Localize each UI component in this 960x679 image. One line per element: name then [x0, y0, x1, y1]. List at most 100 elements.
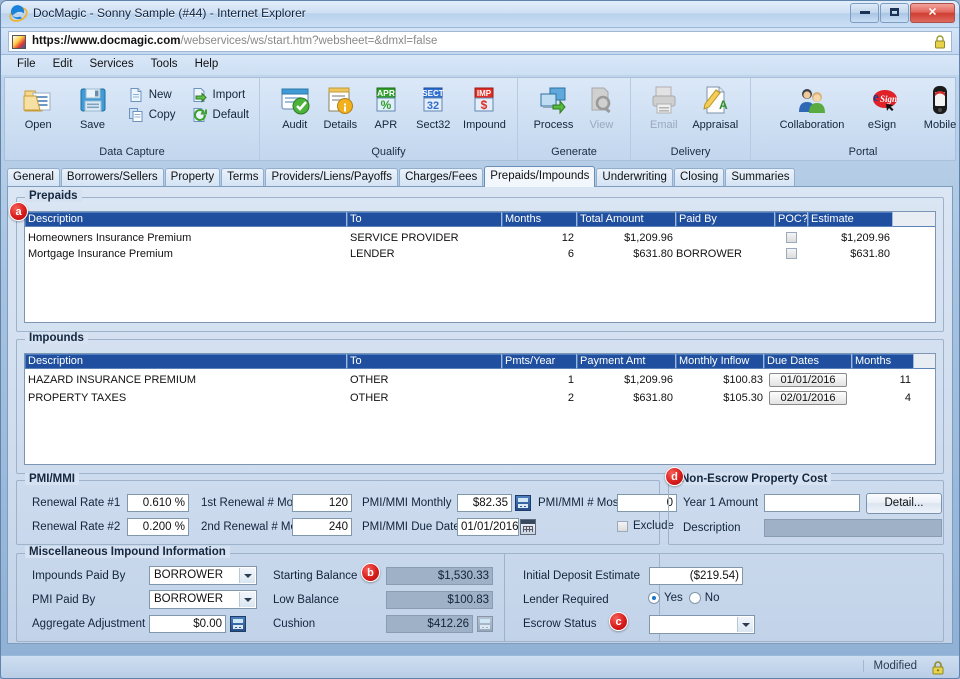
- impounds-col-due-dates[interactable]: Due Dates: [764, 354, 852, 369]
- pmi-due-date-input[interactable]: 01/01/2016: [457, 518, 519, 536]
- tab-prepaids-impounds[interactable]: Prepaids/Impounds: [484, 166, 595, 187]
- poc-checkbox[interactable]: [786, 232, 797, 243]
- tab-summaries[interactable]: Summaries: [725, 168, 795, 187]
- impounds-paid-by-value: BORROWER: [154, 569, 223, 581]
- marker-badge-c: c: [609, 612, 628, 631]
- impounds-cell-due-dates[interactable]: 01/01/2016: [764, 373, 852, 391]
- prepaids-cell-poc[interactable]: [775, 247, 808, 263]
- tab-charges-fees[interactable]: Charges/Fees: [399, 168, 483, 187]
- impounds-paid-by-select[interactable]: BORROWER: [149, 566, 257, 585]
- new-button[interactable]: New: [124, 85, 180, 105]
- chevron-down-icon[interactable]: [239, 592, 255, 607]
- appraisal-button[interactable]: A Appraisal: [687, 82, 744, 131]
- prepaids-col-to[interactable]: To: [347, 212, 502, 227]
- poc-checkbox[interactable]: [786, 248, 797, 259]
- impounds-cell-due-dates[interactable]: 02/01/2016: [764, 391, 852, 409]
- prepaids-grid[interactable]: Description To Months Total Amount Paid …: [24, 211, 936, 323]
- menu-services[interactable]: Services: [82, 55, 140, 72]
- low-balance-value: $100.83: [386, 591, 493, 609]
- impounds-col-monthly-inflow[interactable]: Monthly Inflow: [676, 354, 764, 369]
- prepaids-cell-to: LENDER: [347, 247, 502, 263]
- sect32-button[interactable]: SECT 32 Sect32: [409, 82, 458, 131]
- table-row[interactable]: HAZARD INSURANCE PREMIUM OTHER 1 $1,209.…: [25, 373, 935, 391]
- internet-explorer-icon: [9, 5, 28, 24]
- cushion-calculator-icon[interactable]: [477, 616, 493, 632]
- renewal-rate-1-input[interactable]: 0.610 %: [127, 494, 189, 512]
- impounds-col-to[interactable]: To: [347, 354, 502, 369]
- aggregate-adjustment-input[interactable]: $0.00: [149, 615, 226, 633]
- lender-required-radio-group[interactable]: Yes No: [648, 592, 725, 604]
- starting-balance-value: $1,530.33: [386, 567, 493, 585]
- collaboration-button[interactable]: Collaboration: [771, 82, 853, 131]
- copy-button[interactable]: Copy: [124, 105, 180, 125]
- tab-terms[interactable]: Terms: [221, 168, 264, 187]
- exclude-checkbox[interactable]: [617, 521, 628, 532]
- menu-file[interactable]: File: [10, 55, 43, 72]
- due-date-button[interactable]: 01/01/2016: [769, 373, 847, 387]
- minimize-button[interactable]: [850, 3, 879, 23]
- calendar-icon[interactable]: [520, 519, 536, 535]
- impounds-col-pmts-year[interactable]: Pmts/Year: [502, 354, 577, 369]
- due-date-button[interactable]: 02/01/2016: [769, 391, 847, 405]
- lender-required-yes-radio[interactable]: [648, 592, 660, 604]
- pmi-monthly-input[interactable]: $82.35: [457, 494, 512, 512]
- details-button[interactable]: Details: [318, 82, 364, 131]
- process-button[interactable]: Process: [528, 82, 579, 131]
- email-button[interactable]: Email: [641, 82, 687, 131]
- open-button[interactable]: Open: [11, 82, 65, 131]
- tab-property[interactable]: Property: [165, 168, 220, 187]
- menu-bar: File Edit Services Tools Help: [1, 55, 959, 75]
- prepaids-col-total-amount[interactable]: Total Amount: [577, 212, 676, 227]
- audit-button[interactable]: Audit: [272, 82, 318, 131]
- renewal-rate-2-input[interactable]: 0.200 %: [127, 518, 189, 536]
- prepaids-cell-poc[interactable]: [775, 231, 808, 247]
- prepaids-col-paid-by[interactable]: Paid By: [676, 212, 775, 227]
- impound-button[interactable]: IMP $ Impound: [458, 82, 511, 131]
- exclude-checkbox-wrap[interactable]: Exclude: [617, 520, 674, 532]
- pmi-monthly-calculator-icon[interactable]: [515, 495, 531, 511]
- impounds-col-payment-amt[interactable]: Payment Amt: [577, 354, 676, 369]
- tab-closing[interactable]: Closing: [674, 168, 724, 187]
- tab-general[interactable]: General: [7, 168, 60, 187]
- menu-tools[interactable]: Tools: [144, 55, 185, 72]
- menu-edit[interactable]: Edit: [46, 55, 80, 72]
- initial-deposit-estimate-input[interactable]: ($219.54): [649, 567, 743, 585]
- lender-required-no-radio[interactable]: [689, 592, 701, 604]
- year-1-amount-input[interactable]: [764, 494, 860, 512]
- pmi-paid-by-select[interactable]: BORROWER: [149, 590, 257, 609]
- view-button[interactable]: View: [579, 82, 624, 131]
- table-row[interactable]: Homeowners Insurance Premium SERVICE PRO…: [25, 231, 935, 247]
- first-renewal-mos-input[interactable]: 120: [292, 494, 352, 512]
- import-button[interactable]: Import: [188, 85, 253, 105]
- prepaids-col-description[interactable]: Description: [25, 212, 347, 227]
- chevron-down-icon[interactable]: [239, 568, 255, 583]
- chevron-down-icon[interactable]: [737, 617, 753, 632]
- impounds-col-months[interactable]: Months: [852, 354, 914, 369]
- impound-button-label: Impound: [463, 119, 506, 131]
- save-button[interactable]: Save: [65, 82, 119, 131]
- aggregate-adjustment-calculator-icon[interactable]: [230, 616, 246, 632]
- url-input[interactable]: https://www.docmagic.com/webservices/ws/…: [8, 31, 952, 52]
- prepaids-col-poc[interactable]: POC?: [775, 212, 808, 227]
- tab-providers-liens-payoffs[interactable]: Providers/Liens/Payoffs: [265, 168, 398, 187]
- tab-borrowers-sellers[interactable]: Borrowers/Sellers: [61, 168, 164, 187]
- ribbon-group-data-capture: Open Save: [5, 78, 260, 160]
- mobile-button[interactable]: Mobile: [911, 82, 960, 131]
- impounds-grid[interactable]: Description To Pmts/Year Payment Amt Mon…: [24, 353, 936, 465]
- detail-button[interactable]: Detail...: [866, 493, 942, 514]
- close-button[interactable]: ✕: [910, 3, 955, 23]
- default-button[interactable]: Default: [188, 105, 253, 125]
- table-row[interactable]: PROPERTY TAXES OTHER 2 $631.80 $105.30 0…: [25, 391, 935, 409]
- second-renewal-mos-input[interactable]: 240: [292, 518, 352, 536]
- apr-button[interactable]: APR % APR: [363, 82, 409, 131]
- esign-button[interactable]: e Sign eSign: [853, 82, 911, 131]
- impounds-col-description[interactable]: Description: [25, 354, 347, 369]
- prepaids-col-months[interactable]: Months: [502, 212, 577, 227]
- maximize-button[interactable]: [880, 3, 909, 23]
- table-row[interactable]: Mortgage Insurance Premium LENDER 6 $631…: [25, 247, 935, 263]
- escrow-status-select[interactable]: [649, 615, 755, 634]
- menu-help[interactable]: Help: [188, 55, 226, 72]
- appraisal-button-label: Appraisal: [692, 119, 738, 131]
- prepaids-col-estimate[interactable]: Estimate: [808, 212, 893, 227]
- tab-underwriting[interactable]: Underwriting: [596, 168, 673, 187]
